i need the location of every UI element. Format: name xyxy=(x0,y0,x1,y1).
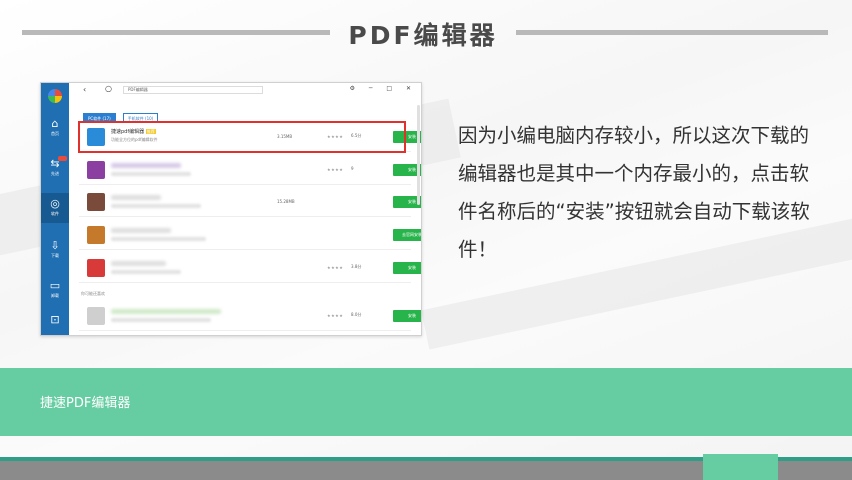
box-icon: ⊡ xyxy=(50,313,60,326)
install-button[interactable]: 安装 xyxy=(393,310,421,322)
result-tabs: PC软件 (17) 手机软件 (10) xyxy=(83,105,160,122)
sidebar-item-more[interactable]: ⊡ xyxy=(41,309,69,335)
blurred-desc xyxy=(111,270,181,274)
rating-score: 9 xyxy=(351,166,354,171)
list-item: ★★★★ 8.0分 安装 xyxy=(79,301,421,331)
app-logo-icon xyxy=(48,89,62,103)
sidebar-item-uninstall[interactable]: ▭ 卸载 xyxy=(41,275,69,305)
blurred-name xyxy=(111,309,221,314)
footer-tab xyxy=(703,454,778,480)
caption-band: 捷速PDF编辑器 xyxy=(0,368,852,436)
back-icon[interactable]: ‹ xyxy=(83,85,86,94)
sidebar-item-download[interactable]: ⇩ 下载 xyxy=(41,235,69,265)
slide-title: PDF编辑器 xyxy=(348,21,498,50)
blurred-desc xyxy=(111,172,191,176)
home-icon: ⌂ xyxy=(51,117,59,130)
section-label: 你可能还喜欢 xyxy=(81,291,105,296)
scrollbar[interactable] xyxy=(417,105,420,205)
blurred-desc xyxy=(111,318,211,322)
list-item: ★★★★ 3.8分 安装 ⌄ xyxy=(79,253,421,283)
app-topbar: ‹ ○ PDF编辑器 ⚙ ─ □ ✕ xyxy=(69,83,421,97)
description-text: 因为小编电脑内存较小，所以这次下载的编辑器也是其中一个内存最小的，点击软件名称后… xyxy=(458,124,810,261)
software-size: 15.28MB xyxy=(277,199,295,204)
search-input[interactable]: PDF编辑器 xyxy=(123,86,263,94)
app-icon xyxy=(87,161,105,179)
list-item: ★★★★ 9 安装 ⌄ xyxy=(79,155,421,185)
rating-stars: ★★★★ xyxy=(327,167,344,172)
blurred-name xyxy=(111,261,166,266)
sidebar-item-software[interactable]: ◎ 软件 xyxy=(41,193,69,223)
rating-score: 3.8分 xyxy=(351,264,362,269)
app-icon xyxy=(87,259,105,277)
sidebar-item-home[interactable]: ⌂ 首页 xyxy=(41,113,69,143)
list-item: 去官网安装 ⌄ xyxy=(79,220,421,250)
window-controls[interactable]: ⚙ ─ □ ✕ xyxy=(350,85,417,92)
blurred-name xyxy=(111,228,171,233)
rating-stars: ★★★★ xyxy=(327,313,344,318)
app-screenshot: ⌂ 首页 ⇆ 先进 ◎ 软件 ⇩ 下载 ▭ 卸载 ⊡ ‹ ○ PDF编辑器 ⚙ … xyxy=(40,82,422,336)
highlight-box xyxy=(78,121,406,153)
blurred-name xyxy=(111,163,181,168)
target-icon: ◎ xyxy=(50,197,60,210)
rating-stars: ★★★★ xyxy=(327,265,344,270)
uninstall-icon: ▭ xyxy=(49,279,61,292)
app-icon xyxy=(87,226,105,244)
new-badge xyxy=(58,156,67,161)
install-button[interactable]: 安装 ⌄ xyxy=(393,262,421,274)
download-icon: ⇩ xyxy=(50,239,60,252)
caption-text: 捷速PDF编辑器 xyxy=(40,396,131,411)
list-item: 15.28MB 安装 ⌄ xyxy=(79,187,421,217)
app-icon xyxy=(87,193,105,211)
install-from-site-button[interactable]: 去官网安装 ⌄ xyxy=(393,229,421,241)
blurred-desc xyxy=(111,237,206,241)
app-icon xyxy=(87,307,105,325)
refresh-icon[interactable]: ○ xyxy=(105,84,112,93)
blurred-desc xyxy=(111,204,201,208)
title-line-right xyxy=(516,30,828,35)
app-sidebar: ⌂ 首页 ⇆ 先进 ◎ 软件 ⇩ 下载 ▭ 卸载 ⊡ xyxy=(41,83,69,335)
blurred-name xyxy=(111,195,161,200)
title-line-left xyxy=(22,30,330,35)
rating-score: 8.0分 xyxy=(351,312,362,317)
